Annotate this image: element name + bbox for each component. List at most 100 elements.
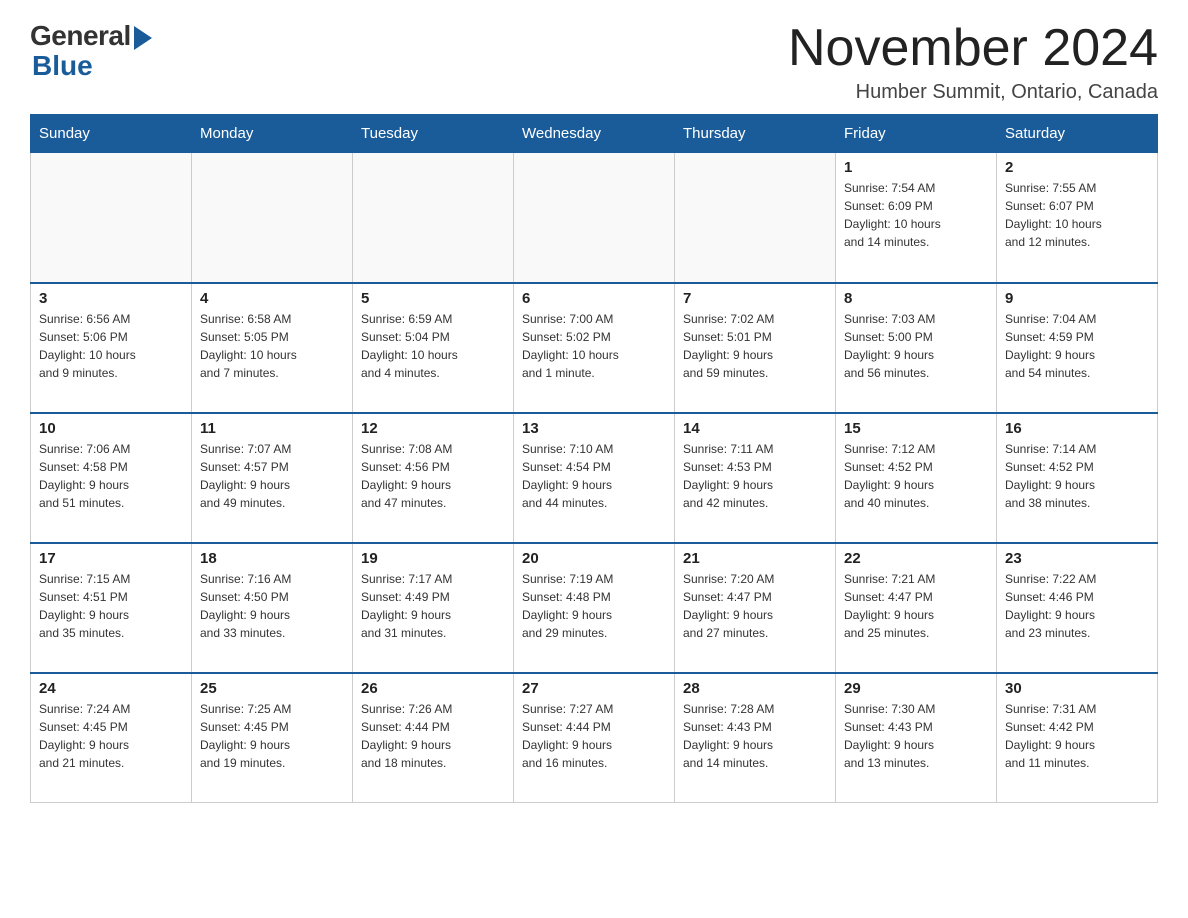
calendar-day-cell: 19 Sunrise: 7:17 AM Sunset: 4:49 PM Dayli… — [353, 543, 514, 673]
calendar-day-cell: 10 Sunrise: 7:06 AM Sunset: 4:58 PM Dayli… — [31, 413, 192, 543]
calendar-day-cell: 7Sunrise: 7:02 AM Sunset: 5:01 PM Daylig… — [675, 283, 836, 413]
day-number: 5 — [361, 290, 505, 307]
calendar-week-row: 17 Sunrise: 7:15 AM Sunset: 4:51 PM Dayli… — [31, 543, 1158, 673]
day-info: Sunrise: 7:19 AM Sunset: 4:48 PM Dayligh… — [522, 570, 666, 642]
day-number: 2 — [1005, 159, 1149, 176]
day-info: Sunrise: 7:10 AM Sunset: 4:54 PM Dayligh… — [522, 440, 666, 512]
calendar-day-cell — [192, 153, 353, 283]
day-info: Sunrise: 7:12 AM Sunset: 4:52 PM Dayligh… — [844, 440, 988, 512]
day-number: 8 — [844, 290, 988, 307]
day-number: 25 — [200, 680, 344, 697]
calendar-day-cell: 17 Sunrise: 7:15 AM Sunset: 4:51 PM Dayli… — [31, 543, 192, 673]
day-number: 16 — [1005, 420, 1149, 437]
day-info: Sunrise: 7:07 AM Sunset: 4:57 PM Dayligh… — [200, 440, 344, 512]
day-info: Sunrise: 7:30 AM Sunset: 4:43 PM Dayligh… — [844, 700, 988, 772]
day-number: 29 — [844, 680, 988, 697]
weekday-header-wednesday: Wednesday — [514, 115, 675, 153]
calendar-day-cell: 2Sunrise: 7:55 AM Sunset: 6:07 PM Daylig… — [997, 153, 1158, 283]
day-number: 17 — [39, 550, 183, 567]
page-header: General Blue November 2024 Humber Summit… — [30, 20, 1158, 104]
weekday-header-monday: Monday — [192, 115, 353, 153]
day-info: Sunrise: 7:04 AM Sunset: 4:59 PM Dayligh… — [1005, 310, 1149, 382]
calendar-day-cell: 29 Sunrise: 7:30 AM Sunset: 4:43 PM Dayli… — [836, 673, 997, 803]
calendar-day-cell: 20 Sunrise: 7:19 AM Sunset: 4:48 PM Dayli… — [514, 543, 675, 673]
day-number: 10 — [39, 420, 183, 437]
day-number: 19 — [361, 550, 505, 567]
calendar-week-row: 24 Sunrise: 7:24 AM Sunset: 4:45 PM Dayli… — [31, 673, 1158, 803]
day-info: Sunrise: 7:17 AM Sunset: 4:49 PM Dayligh… — [361, 570, 505, 642]
calendar-day-cell: 21Sunrise: 7:20 AM Sunset: 4:47 PM Dayli… — [675, 543, 836, 673]
day-number: 1 — [844, 159, 988, 176]
day-number: 15 — [844, 420, 988, 437]
day-number: 13 — [522, 420, 666, 437]
calendar-day-cell — [514, 153, 675, 283]
day-number: 3 — [39, 290, 183, 307]
day-number: 21 — [683, 550, 827, 567]
day-number: 4 — [200, 290, 344, 307]
weekday-header-friday: Friday — [836, 115, 997, 153]
day-info: Sunrise: 7:16 AM Sunset: 4:50 PM Dayligh… — [200, 570, 344, 642]
day-number: 9 — [1005, 290, 1149, 307]
logo: General Blue — [30, 20, 152, 82]
calendar-day-cell — [353, 153, 514, 283]
calendar-day-cell: 28 Sunrise: 7:28 AM Sunset: 4:43 PM Dayli… — [675, 673, 836, 803]
day-info: Sunrise: 6:56 AM Sunset: 5:06 PM Dayligh… — [39, 310, 183, 382]
calendar-table: SundayMondayTuesdayWednesdayThursdayFrid… — [30, 114, 1158, 803]
title-section: November 2024 Humber Summit, Ontario, Ca… — [788, 20, 1158, 104]
weekday-header-row: SundayMondayTuesdayWednesdayThursdayFrid… — [31, 115, 1158, 153]
logo-blue-text: Blue — [30, 50, 93, 82]
day-info: Sunrise: 7:03 AM Sunset: 5:00 PM Dayligh… — [844, 310, 988, 382]
calendar-day-cell — [31, 153, 192, 283]
weekday-header-saturday: Saturday — [997, 115, 1158, 153]
day-info: Sunrise: 7:28 AM Sunset: 4:43 PM Dayligh… — [683, 700, 827, 772]
logo-general-text: General — [30, 20, 131, 52]
calendar-day-cell: 16 Sunrise: 7:14 AM Sunset: 4:52 PM Dayli… — [997, 413, 1158, 543]
day-number: 30 — [1005, 680, 1149, 697]
calendar-day-cell: 12Sunrise: 7:08 AM Sunset: 4:56 PM Dayli… — [353, 413, 514, 543]
day-info: Sunrise: 7:54 AM Sunset: 6:09 PM Dayligh… — [844, 179, 988, 251]
day-info: Sunrise: 7:21 AM Sunset: 4:47 PM Dayligh… — [844, 570, 988, 642]
calendar-day-cell: 14Sunrise: 7:11 AM Sunset: 4:53 PM Dayli… — [675, 413, 836, 543]
month-title: November 2024 — [788, 20, 1158, 77]
day-info: Sunrise: 7:24 AM Sunset: 4:45 PM Dayligh… — [39, 700, 183, 772]
day-info: Sunrise: 6:59 AM Sunset: 5:04 PM Dayligh… — [361, 310, 505, 382]
day-info: Sunrise: 7:14 AM Sunset: 4:52 PM Dayligh… — [1005, 440, 1149, 512]
day-info: Sunrise: 7:11 AM Sunset: 4:53 PM Dayligh… — [683, 440, 827, 512]
calendar-day-cell: 1 Sunrise: 7:54 AM Sunset: 6:09 PM Daylig… — [836, 153, 997, 283]
calendar-day-cell: 30 Sunrise: 7:31 AM Sunset: 4:42 PM Dayli… — [997, 673, 1158, 803]
calendar-week-row: 3 Sunrise: 6:56 AM Sunset: 5:06 PM Daylig… — [31, 283, 1158, 413]
calendar-day-cell: 24 Sunrise: 7:24 AM Sunset: 4:45 PM Dayli… — [31, 673, 192, 803]
day-info: Sunrise: 7:02 AM Sunset: 5:01 PM Dayligh… — [683, 310, 827, 382]
day-number: 28 — [683, 680, 827, 697]
calendar-day-cell: 5 Sunrise: 6:59 AM Sunset: 5:04 PM Daylig… — [353, 283, 514, 413]
calendar-day-cell: 27Sunrise: 7:27 AM Sunset: 4:44 PM Dayli… — [514, 673, 675, 803]
day-number: 23 — [1005, 550, 1149, 567]
logo-arrow-icon — [134, 26, 152, 50]
calendar-day-cell: 13 Sunrise: 7:10 AM Sunset: 4:54 PM Dayli… — [514, 413, 675, 543]
day-number: 26 — [361, 680, 505, 697]
weekday-header-sunday: Sunday — [31, 115, 192, 153]
day-number: 18 — [200, 550, 344, 567]
day-number: 27 — [522, 680, 666, 697]
calendar-day-cell: 8 Sunrise: 7:03 AM Sunset: 5:00 PM Daylig… — [836, 283, 997, 413]
day-number: 22 — [844, 550, 988, 567]
calendar-day-cell: 6 Sunrise: 7:00 AM Sunset: 5:02 PM Daylig… — [514, 283, 675, 413]
day-number: 24 — [39, 680, 183, 697]
day-info: Sunrise: 7:22 AM Sunset: 4:46 PM Dayligh… — [1005, 570, 1149, 642]
location-title: Humber Summit, Ontario, Canada — [788, 81, 1158, 104]
weekday-header-tuesday: Tuesday — [353, 115, 514, 153]
day-info: Sunrise: 7:31 AM Sunset: 4:42 PM Dayligh… — [1005, 700, 1149, 772]
calendar-day-cell — [675, 153, 836, 283]
day-info: Sunrise: 7:06 AM Sunset: 4:58 PM Dayligh… — [39, 440, 183, 512]
calendar-day-cell: 18 Sunrise: 7:16 AM Sunset: 4:50 PM Dayli… — [192, 543, 353, 673]
day-info: Sunrise: 7:08 AM Sunset: 4:56 PM Dayligh… — [361, 440, 505, 512]
calendar-day-cell: 15 Sunrise: 7:12 AM Sunset: 4:52 PM Dayli… — [836, 413, 997, 543]
calendar-day-cell: 26Sunrise: 7:26 AM Sunset: 4:44 PM Dayli… — [353, 673, 514, 803]
day-number: 11 — [200, 420, 344, 437]
day-info: Sunrise: 7:15 AM Sunset: 4:51 PM Dayligh… — [39, 570, 183, 642]
day-number: 20 — [522, 550, 666, 567]
day-number: 6 — [522, 290, 666, 307]
calendar-week-row: 10 Sunrise: 7:06 AM Sunset: 4:58 PM Dayli… — [31, 413, 1158, 543]
weekday-header-thursday: Thursday — [675, 115, 836, 153]
day-info: Sunrise: 7:00 AM Sunset: 5:02 PM Dayligh… — [522, 310, 666, 382]
